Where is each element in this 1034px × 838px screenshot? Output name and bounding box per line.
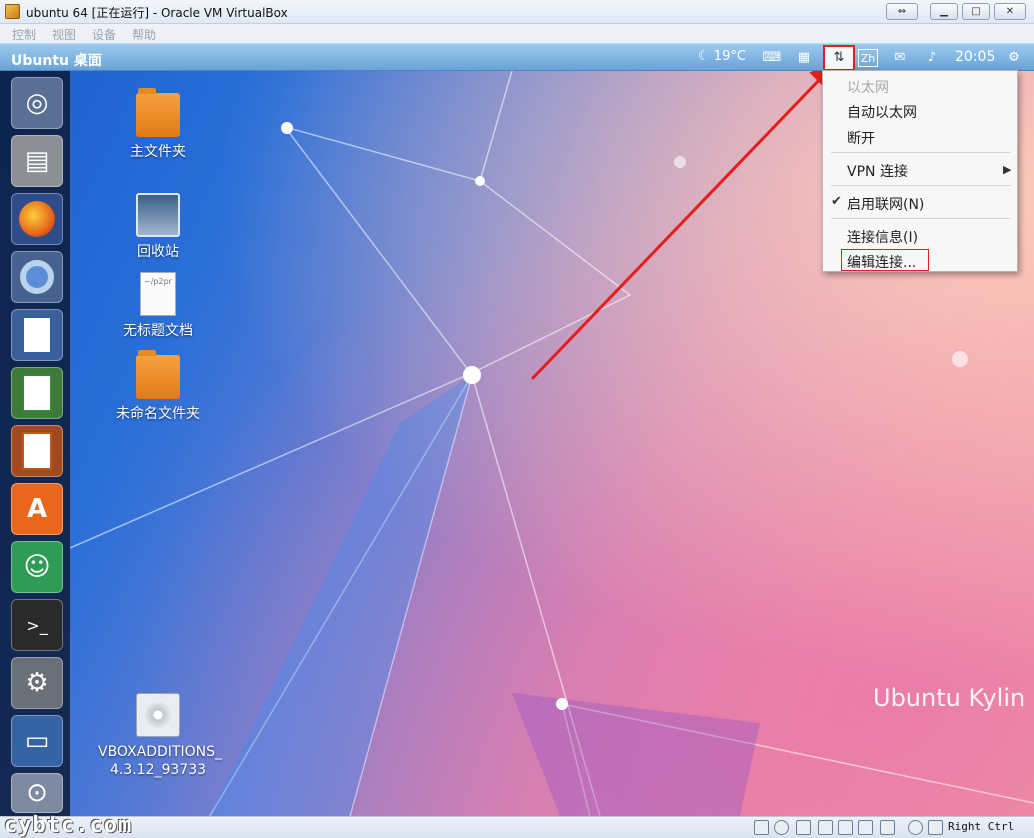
host-key-label: Right Ctrl [948, 820, 1015, 833]
weather-indicator[interactable]: ☾ 19°C [698, 49, 746, 64]
network-menu: 以太网 自动以太网 断开 VPN 连接 ▶ ✔ 启用联网(N) 连接信息(I) … [822, 70, 1018, 272]
terminal-icon[interactable]: >_ [11, 599, 63, 651]
keyboard-icon[interactable]: ⌨ [762, 49, 782, 67]
menu-item-disconnect[interactable]: 断开 [847, 128, 875, 148]
mail-icon[interactable]: ✉ [890, 49, 910, 67]
launcher: ◎ ▤ A ☺ >_ ⚙ ▭ ⊙ [0, 71, 70, 816]
desktop-icon-label: 无标题文档 [123, 323, 193, 339]
display-icon[interactable] [858, 820, 873, 835]
weather-temp: 19°C [713, 49, 746, 64]
desktop-icon-label: 回收站 [137, 244, 179, 260]
menu-separator [831, 185, 1011, 186]
menu-control[interactable]: 控制 [12, 26, 36, 43]
network-icon[interactable]: ⇅ [823, 45, 855, 71]
minimize-button[interactable]: ▁ [930, 3, 958, 20]
system-settings-icon[interactable]: ⚙ [11, 657, 63, 709]
mouse-integration-icon[interactable] [908, 820, 923, 835]
document-icon: ~/p2pr [140, 272, 176, 316]
optical-drive-icon[interactable] [774, 820, 789, 835]
menu-devices[interactable]: 设备 [92, 26, 116, 43]
kylin-assistant-icon[interactable]: ☺ [11, 541, 63, 593]
menu-item-ethernet-header: 以太网 [847, 80, 889, 96]
desktop-icon-label: 主文件夹 [130, 144, 186, 160]
clock[interactable]: 20:05 [955, 49, 995, 65]
desktop-icon-home[interactable]: 主文件夹 [98, 88, 218, 161]
virtualbox-app-icon [5, 4, 20, 19]
menu-item-auto-ethernet[interactable]: 自动以太网 [847, 102, 917, 122]
desktop-icon-folder[interactable]: 未命名文件夹 [98, 350, 218, 423]
guest-screen: Ubuntu 桌面 ☾ 19°C ⌨ ▦ ⇅ Zh ✉ ♪ 20:05 ⚙ ◎ … [0, 43, 1034, 816]
submenu-arrow-icon: ▶ [1003, 163, 1012, 176]
shared-folders-icon[interactable] [838, 820, 853, 835]
volume-icon[interactable]: ♪ [922, 49, 942, 67]
desktop-icon-trash[interactable]: 回收站 [98, 193, 218, 261]
hard-disk-icon[interactable] [754, 820, 769, 835]
wallpaper-text: Ubuntu Kylin [873, 684, 1026, 712]
home-folder-icon [136, 88, 180, 137]
desktop-icon-label: 未命名文件夹 [116, 406, 200, 422]
input-method-indicator[interactable]: Zh [858, 49, 878, 67]
menu-view[interactable]: 视图 [52, 26, 76, 43]
trash-icon [136, 193, 180, 237]
calc-icon[interactable] [11, 367, 63, 419]
desktop-icon-vboxadditions[interactable]: VBOXADDITIONS_ 4.3.12_93733 [98, 693, 222, 779]
writer-icon[interactable] [11, 309, 63, 361]
vbox-menubar: 控制 视图 设备 帮助 [0, 24, 1034, 43]
menu-separator [831, 218, 1011, 219]
calendar-icon[interactable]: ▦ [794, 49, 814, 67]
firefox-icon[interactable] [11, 193, 63, 245]
files-icon[interactable]: ▤ [11, 135, 63, 187]
folder-icon [136, 350, 180, 399]
menu-item-vpn[interactable]: VPN 连接 [847, 161, 908, 181]
checkmark-icon: ✔ [831, 194, 842, 209]
menu-item-connection-info[interactable]: 连接信息(I) [847, 227, 918, 247]
close-button[interactable]: ✕ [994, 3, 1026, 20]
workspaces-icon[interactable]: ⊙ [11, 773, 63, 813]
vbox-statusbar: cybtc.com Right Ctrl [0, 813, 1034, 838]
capture-icon[interactable] [880, 820, 895, 835]
vbox-titlebar: ubuntu 64 [正在运行] - Oracle VM VirtualBox … [0, 0, 1034, 24]
restore-fullscreen-button[interactable]: ⇔ [886, 3, 918, 20]
software-center-icon[interactable]: A [11, 483, 63, 535]
watermark: cybtc.com [4, 813, 133, 838]
top-panel: Ubuntu 桌面 ☾ 19°C ⌨ ▦ ⇅ Zh ✉ ♪ 20:05 ⚙ [0, 43, 1034, 71]
screenshot-icon[interactable]: ▭ [11, 715, 63, 767]
chromium-icon[interactable] [11, 251, 63, 303]
network-adapter-icon[interactable] [818, 820, 833, 835]
maximize-button[interactable]: □ [962, 3, 990, 20]
menu-item-edit-connections[interactable]: 编辑连接... [847, 252, 916, 272]
keyboard-capture-icon[interactable] [928, 820, 943, 835]
panel-title: Ubuntu 桌面 [11, 53, 102, 69]
ubuntu-dash-icon[interactable]: ◎ [11, 77, 63, 129]
window-title: ubuntu 64 [正在运行] - Oracle VM VirtualBox [26, 6, 288, 20]
impress-icon[interactable] [11, 425, 63, 477]
usb-icon[interactable] [796, 820, 811, 835]
cd-icon [136, 693, 180, 737]
desktop-icon-label: VBOXADDITIONS_ 4.3.12_93733 [98, 744, 222, 778]
menu-help[interactable]: 帮助 [132, 26, 156, 43]
menu-separator [831, 152, 1011, 153]
menu-item-enable-networking[interactable]: 启用联网(N) [847, 194, 924, 214]
gear-icon[interactable]: ⚙ [1004, 49, 1024, 67]
desktop-icon-document[interactable]: ~/p2pr 无标题文档 [98, 272, 218, 340]
